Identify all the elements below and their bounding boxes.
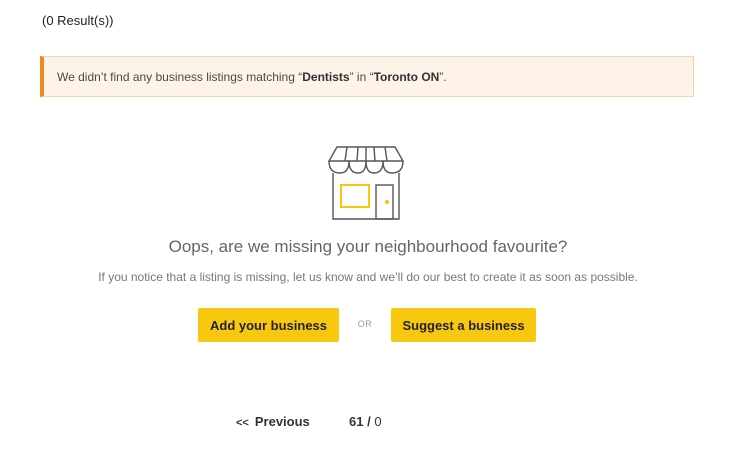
current-page: 61: [349, 414, 364, 429]
empty-state-headline: Oops, are we missing your neighbourhood …: [168, 237, 568, 256]
total-pages: 0: [374, 414, 382, 429]
search-location: Toronto ON: [373, 69, 440, 84]
add-business-button[interactable]: Add your business: [198, 308, 339, 342]
storefront-icon: [321, 143, 411, 221]
page-indicator: 61 / 0: [349, 414, 382, 429]
empty-state-subtext: If you notice that a listing is missing,…: [98, 270, 638, 284]
previous-page-link[interactable]: << Previous: [236, 414, 310, 429]
double-chevron-left-icon: <<: [236, 417, 249, 429]
alert-message: We didn’t find any business listings mat…: [57, 69, 447, 84]
page-separator: /: [367, 414, 371, 429]
or-separator: OR: [357, 319, 373, 329]
previous-label: Previous: [254, 414, 310, 429]
suggest-business-button[interactable]: Suggest a business: [391, 308, 536, 342]
result-count: (0 Result(s)): [42, 13, 114, 28]
no-results-alert: We didn’t find any business listings mat…: [40, 56, 694, 97]
search-term: Dentists: [302, 69, 350, 84]
